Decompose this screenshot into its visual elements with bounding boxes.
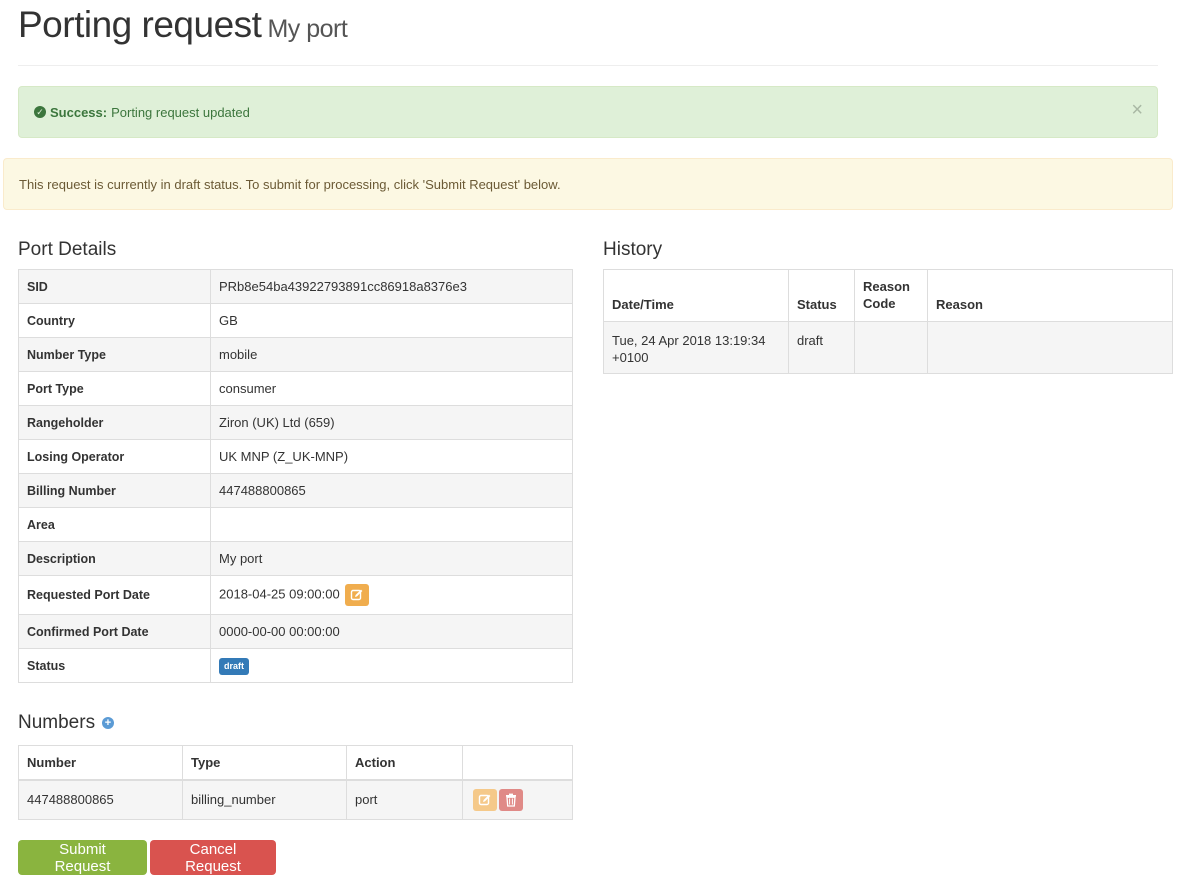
status-cell: draft: [210, 648, 573, 683]
edit-icon: [351, 589, 363, 601]
edit-port-date-button[interactable]: [345, 584, 370, 606]
table-row: Area: [18, 507, 573, 542]
table-header-row: Number Type Action: [18, 745, 573, 781]
row-label: Confirmed Port Date: [18, 614, 211, 649]
table-row: Requested Port Date 2018-04-25 09:00:00: [18, 575, 573, 615]
row-label: Requested Port Date: [18, 575, 211, 615]
row-label: Losing Operator: [18, 439, 211, 474]
row-label: Number Type: [18, 337, 211, 372]
rangeholder-value: Ziron (UK) Ltd (659): [210, 405, 573, 440]
row-label: Country: [18, 303, 211, 338]
numbers-heading: Numbers: [18, 712, 96, 733]
table-row: Confirmed Port Date 0000-00-00 00:00:00: [18, 614, 573, 649]
row-label: SID: [18, 269, 211, 304]
table-row: Rangeholder Ziron (UK) Ltd (659): [18, 405, 573, 440]
check-circle-icon: ✓: [34, 106, 46, 118]
billing-number-value: 447488800865: [210, 473, 573, 508]
numbers-table: Number Type Action 447488800865 billing_…: [18, 745, 573, 820]
status-badge: draft: [219, 657, 249, 675]
success-label: Success:: [50, 104, 108, 120]
history-reason-code: [854, 321, 928, 374]
row-label: Area: [18, 507, 211, 542]
requested-port-date-cell: 2018-04-25 09:00:00: [210, 575, 573, 615]
history-datetime: Tue, 24 Apr 2018 13:19:34 +0100: [603, 321, 789, 374]
column-header: Number: [18, 745, 183, 781]
requested-port-date-value: 2018-04-25 09:00:00: [219, 586, 340, 602]
edit-icon: [478, 794, 491, 805]
column-header: Reason: [927, 269, 1173, 322]
number-action: port: [346, 779, 463, 820]
success-alert: ✓ Success: Porting request updated ×: [18, 86, 1158, 138]
cancel-request-button[interactable]: Cancel Request: [150, 840, 276, 875]
table-row: Billing Number 447488800865: [18, 473, 573, 508]
table-row: Losing Operator UK MNP (Z_UK-MNP): [18, 439, 573, 474]
port-type-value: consumer: [210, 371, 573, 406]
draft-warning-alert: This request is currently in draft statu…: [3, 158, 1173, 210]
success-message: Porting request updated: [111, 104, 250, 120]
table-row: 447488800865 billing_number port: [18, 779, 573, 820]
table-row: Port Type consumer: [18, 371, 573, 406]
row-label: Port Type: [18, 371, 211, 406]
column-header: Date/Time: [603, 269, 789, 322]
plus-circle-icon[interactable]: +: [102, 717, 114, 729]
column-header: Reason Code: [854, 269, 928, 322]
number-value: 447488800865: [18, 779, 183, 820]
table-header-row: Date/Time Status Reason Code Reason: [603, 269, 1173, 322]
page-title: Porting request My port: [18, 4, 348, 46]
page-subtitle: My port: [267, 15, 348, 43]
history-table: Date/Time Status Reason Code Reason Tue,…: [603, 269, 1173, 374]
page-header: Porting request My port: [18, 0, 1158, 66]
number-type: billing_number: [182, 779, 347, 820]
table-row: Number Type mobile: [18, 337, 573, 372]
warning-message: This request is currently in draft statu…: [19, 176, 561, 192]
confirmed-port-date-value: 0000-00-00 00:00:00: [210, 614, 573, 649]
port-details-heading: Port Details: [18, 239, 117, 260]
history-heading: History: [603, 239, 663, 260]
delete-number-button[interactable]: [499, 788, 523, 811]
port-details-table: SID PRb8e54ba43922793891cc86918a8376e3 C…: [18, 269, 573, 683]
sid-value: PRb8e54ba43922793891cc86918a8376e3: [210, 269, 573, 304]
losing-operator-value: UK MNP (Z_UK-MNP): [210, 439, 573, 474]
history-reason: [927, 321, 1173, 374]
table-row: Description My port: [18, 541, 573, 576]
column-header: Type: [182, 745, 347, 781]
submit-request-button[interactable]: Submit Request: [18, 840, 147, 875]
row-label: Description: [18, 541, 211, 576]
trash-icon: [506, 793, 516, 807]
column-header: [462, 745, 573, 781]
table-row: Status draft: [18, 648, 573, 683]
history-status: draft: [788, 321, 855, 374]
row-label: Billing Number: [18, 473, 211, 508]
number-actions-cell: [462, 779, 573, 820]
description-value: My port: [210, 541, 573, 576]
country-value: GB: [210, 303, 573, 338]
column-header: Status: [788, 269, 855, 322]
page-title-text: Porting request: [18, 4, 262, 45]
row-label: Rangeholder: [18, 405, 211, 440]
table-row: SID PRb8e54ba43922793891cc86918a8376e3: [18, 269, 573, 304]
column-header: Action: [346, 745, 463, 781]
edit-number-button[interactable]: [473, 788, 497, 811]
close-icon[interactable]: ×: [1131, 100, 1143, 120]
table-row: Tue, 24 Apr 2018 13:19:34 +0100 draft: [603, 321, 1173, 374]
row-label: Status: [18, 648, 211, 683]
area-value: [210, 507, 573, 542]
number-type-value: mobile: [210, 337, 573, 372]
table-row: Country GB: [18, 303, 573, 338]
